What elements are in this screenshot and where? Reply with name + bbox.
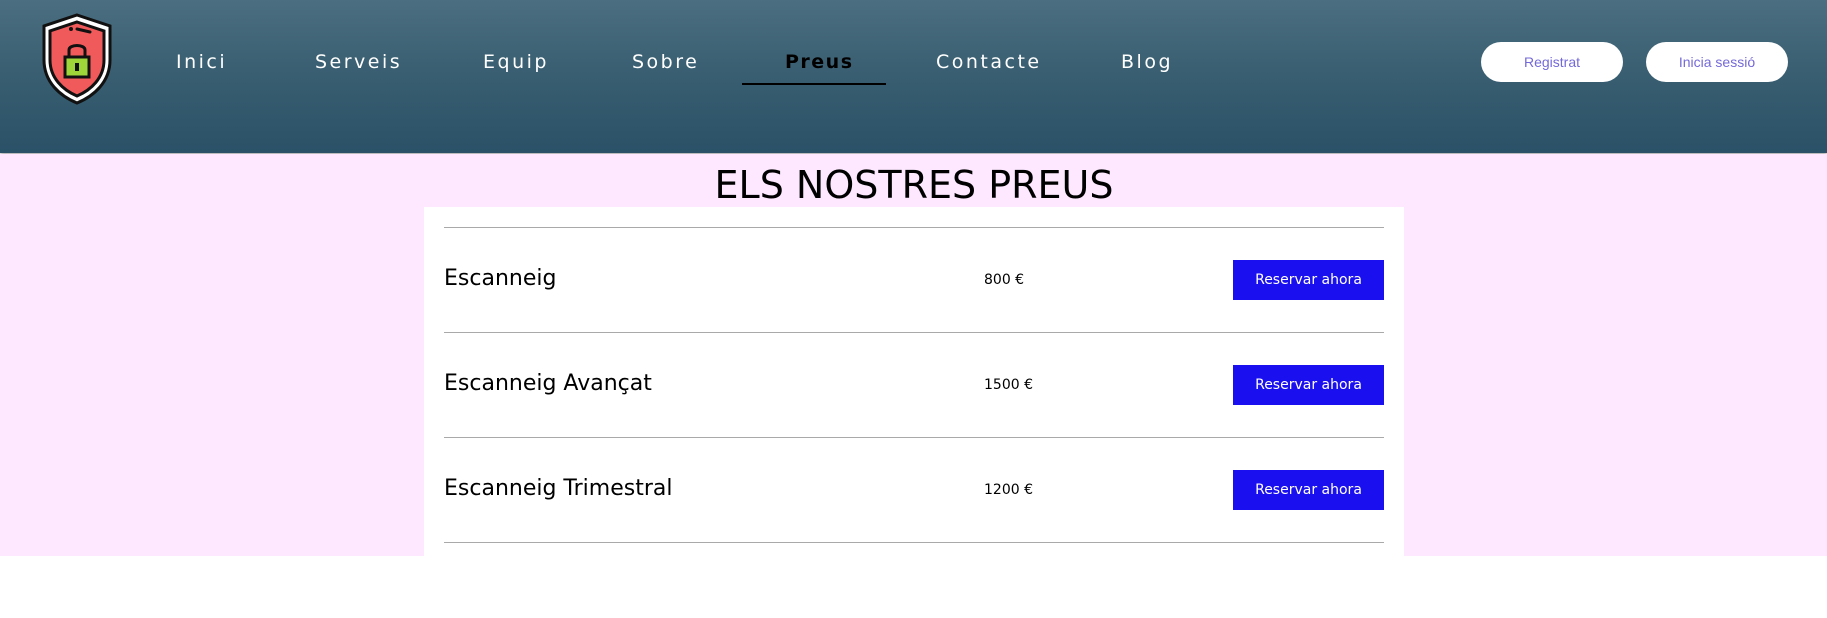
nav-item-sobre[interactable]: Sobre	[632, 50, 699, 74]
row-divider	[444, 542, 1384, 543]
row-divider	[444, 437, 1384, 438]
active-nav-indicator	[742, 83, 886, 85]
login-button[interactable]: Inicia sessió	[1646, 42, 1788, 82]
nav-item-contacte[interactable]: Contacte	[936, 50, 1042, 74]
book-now-button[interactable]: Reservar ahora	[1233, 470, 1384, 510]
site-header: Inici Serveis Equip Sobre Preus Contacte…	[0, 0, 1827, 153]
service-price: 1200 €	[984, 482, 1033, 498]
service-name: Escanneig Avançat	[444, 371, 652, 396]
nav-item-preus[interactable]: Preus	[785, 50, 854, 74]
service-price: 800 €	[984, 272, 1025, 288]
service-price: 1500 €	[984, 377, 1033, 393]
row-divider	[444, 227, 1384, 228]
page-title: ELS NOSTRES PREUS	[714, 163, 1114, 207]
nav-item-blog[interactable]: Blog	[1121, 50, 1173, 74]
service-name: Escanneig Trimestral	[444, 476, 673, 501]
row-divider	[444, 332, 1384, 333]
nav-item-inici[interactable]: Inici	[176, 50, 227, 74]
nav-item-equip[interactable]: Equip	[483, 50, 549, 74]
pricing-list: Escanneig 800 € Reservar ahora Escanneig…	[424, 207, 1404, 556]
shield-lock-icon[interactable]	[40, 12, 114, 106]
nav-item-serveis[interactable]: Serveis	[315, 50, 402, 74]
book-now-button[interactable]: Reservar ahora	[1233, 365, 1384, 405]
service-name: Escanneig	[444, 266, 557, 291]
book-now-button[interactable]: Reservar ahora	[1233, 260, 1384, 300]
signup-button[interactable]: Registrat	[1481, 42, 1623, 82]
